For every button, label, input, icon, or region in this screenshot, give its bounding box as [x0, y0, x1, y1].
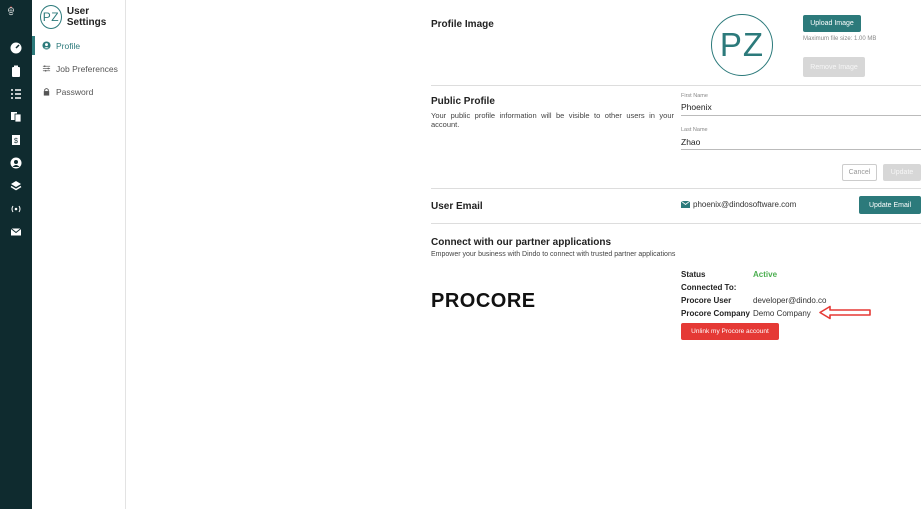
update-button[interactable]: Update: [883, 164, 921, 181]
status-key: Status: [681, 270, 706, 279]
first-name-underline: [681, 115, 921, 116]
invoice-icon[interactable]: $: [0, 128, 32, 151]
clipboard-icon[interactable]: [0, 59, 32, 82]
divider: [431, 188, 921, 189]
procore-company-key: Procore Company: [681, 309, 750, 318]
profile-image-title: Profile Image: [431, 19, 494, 30]
user-icon[interactable]: [0, 151, 32, 174]
mail-icon[interactable]: [0, 220, 32, 243]
sidebar-item-job-preferences[interactable]: Job Preferences: [32, 57, 125, 80]
public-profile-description: Your public profile information will be …: [431, 111, 674, 129]
main-content: Profile Image PZ Upload Image Maximum fi…: [126, 0, 921, 509]
procore-user-value: developer@dindo.co: [753, 296, 827, 305]
sidebar-item-label: Password: [56, 86, 94, 97]
partners-subtitle: Empower your business with Dindo to conn…: [431, 251, 676, 258]
user-email-title: User Email: [431, 201, 483, 212]
user-circle-icon: [42, 41, 51, 50]
sidebar-item-password[interactable]: Password: [32, 80, 125, 103]
red-arrow-icon: [819, 305, 871, 320]
last-name-label: Last Name: [681, 127, 708, 133]
layers-icon[interactable]: [0, 174, 32, 197]
last-name-field[interactable]: Zhao: [681, 137, 700, 147]
upload-image-button[interactable]: Upload Image: [803, 15, 861, 32]
max-file-size-text: Maximum file size: 1.00 MB: [803, 36, 877, 42]
sidebar-item-label: Profile: [56, 40, 81, 51]
app-rail: $: [0, 0, 32, 509]
first-name-label: First Name: [681, 93, 708, 99]
email-display: phoenix@dindosoftware.com: [681, 200, 796, 209]
procore-logo: PROCORE: [431, 290, 536, 312]
first-name-field[interactable]: Phoenix: [681, 102, 712, 112]
unlink-procore-button[interactable]: Unlink my Procore account: [681, 323, 779, 340]
sidebar-item-profile[interactable]: Profile: [32, 34, 125, 57]
envelope-icon: [681, 201, 690, 208]
sliders-icon: [42, 64, 51, 73]
signal-icon[interactable]: [0, 197, 32, 220]
last-name-underline: [681, 149, 921, 150]
profile-avatar: PZ: [711, 14, 773, 76]
dashboard-icon[interactable]: [0, 36, 32, 59]
procore-user-key: Procore User: [681, 296, 732, 305]
divider: [431, 85, 921, 86]
list-icon[interactable]: [0, 82, 32, 105]
procore-company-value: Demo Company: [753, 309, 811, 318]
divider: [431, 223, 921, 224]
remove-image-button[interactable]: Remove Image: [803, 57, 865, 77]
update-email-button[interactable]: Update Email: [859, 196, 921, 214]
lock-icon: [42, 87, 51, 96]
copy-icon[interactable]: [0, 105, 32, 128]
app-logo-icon[interactable]: [5, 4, 27, 32]
sidebar-item-label: Job Preferences: [56, 63, 118, 74]
email-value: phoenix@dindosoftware.com: [693, 200, 797, 209]
sidebar-header: PZ User Settings: [32, 0, 125, 34]
status-badge: Active: [753, 270, 778, 279]
avatar: PZ: [40, 5, 62, 29]
cancel-button[interactable]: Cancel: [842, 164, 877, 181]
sidebar-title: User Settings: [66, 6, 107, 28]
svg-text:$: $: [14, 138, 18, 145]
public-profile-title: Public Profile: [431, 96, 495, 107]
settings-sidebar: PZ User Settings Profile Job Preferences…: [32, 0, 126, 509]
connected-to-key: Connected To:: [681, 283, 737, 292]
partners-title: Connect with our partner applications: [431, 237, 612, 248]
